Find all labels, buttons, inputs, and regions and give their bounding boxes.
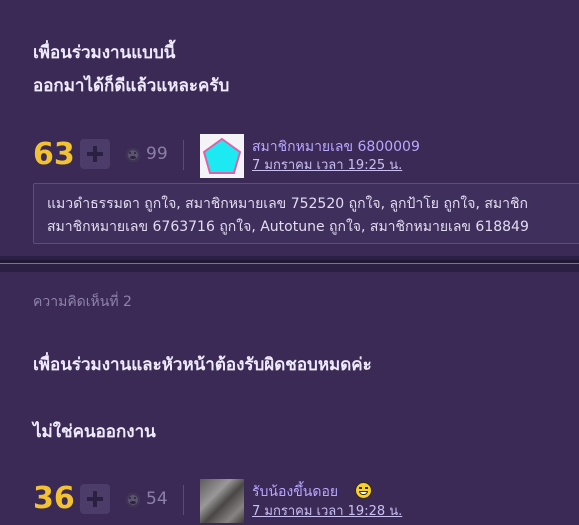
divider	[183, 485, 184, 515]
post-text-line: ไม่ใช่คนออกงาน	[33, 422, 156, 442]
likes-list: แมวดำธรรมดา ถูกใจ, สมาชิกหมายเลข 752520 …	[33, 183, 579, 244]
avatar[interactable]	[200, 479, 244, 523]
emotion-count[interactable]: 54	[146, 489, 168, 509]
timestamp-link[interactable]: 7 มกราคม เวลา 19:28 น.	[252, 500, 402, 521]
post-text-line: เพื่อนร่วมงานแบบนี้	[33, 43, 176, 63]
likes-line[interactable]: สมาชิกหมายเลข 6763716 ถูกใจ, Autotune ถู…	[47, 216, 529, 238]
emotion-icon[interactable]	[126, 493, 140, 507]
laughing-face-icon	[355, 482, 372, 499]
plus-vote-button[interactable]	[80, 139, 110, 169]
plus-vote-button[interactable]	[80, 484, 110, 514]
section-divider-highlight	[0, 263, 579, 264]
pentagon-avatar-icon	[202, 137, 242, 174]
likes-line[interactable]: แมวดำธรรมดา ถูกใจ, สมาชิกหมายเลข 752520 …	[47, 193, 528, 215]
comment-card-1: เพื่อนร่วมงานแบบนี้ ออกมาได้ก็ดีแล้วแหละ…	[0, 0, 579, 256]
avatar[interactable]	[200, 134, 244, 178]
emotion-count[interactable]: 99	[146, 144, 168, 164]
timestamp-link[interactable]: 7 มกราคม เวลา 19:25 น.	[252, 154, 402, 175]
post-text-line: เพื่อนร่วมงานและหัวหน้าต้องรับผิดชอบหมดค…	[33, 355, 372, 375]
emotion-icon[interactable]	[126, 148, 140, 162]
comment-number-label: ความคิดเห็นที่ 2	[33, 294, 132, 310]
post-text-line: ออกมาได้ก็ดีแล้วแหละครับ	[33, 76, 230, 96]
vote-score: 63	[33, 137, 75, 172]
divider	[183, 140, 184, 170]
vote-score: 36	[33, 481, 75, 516]
